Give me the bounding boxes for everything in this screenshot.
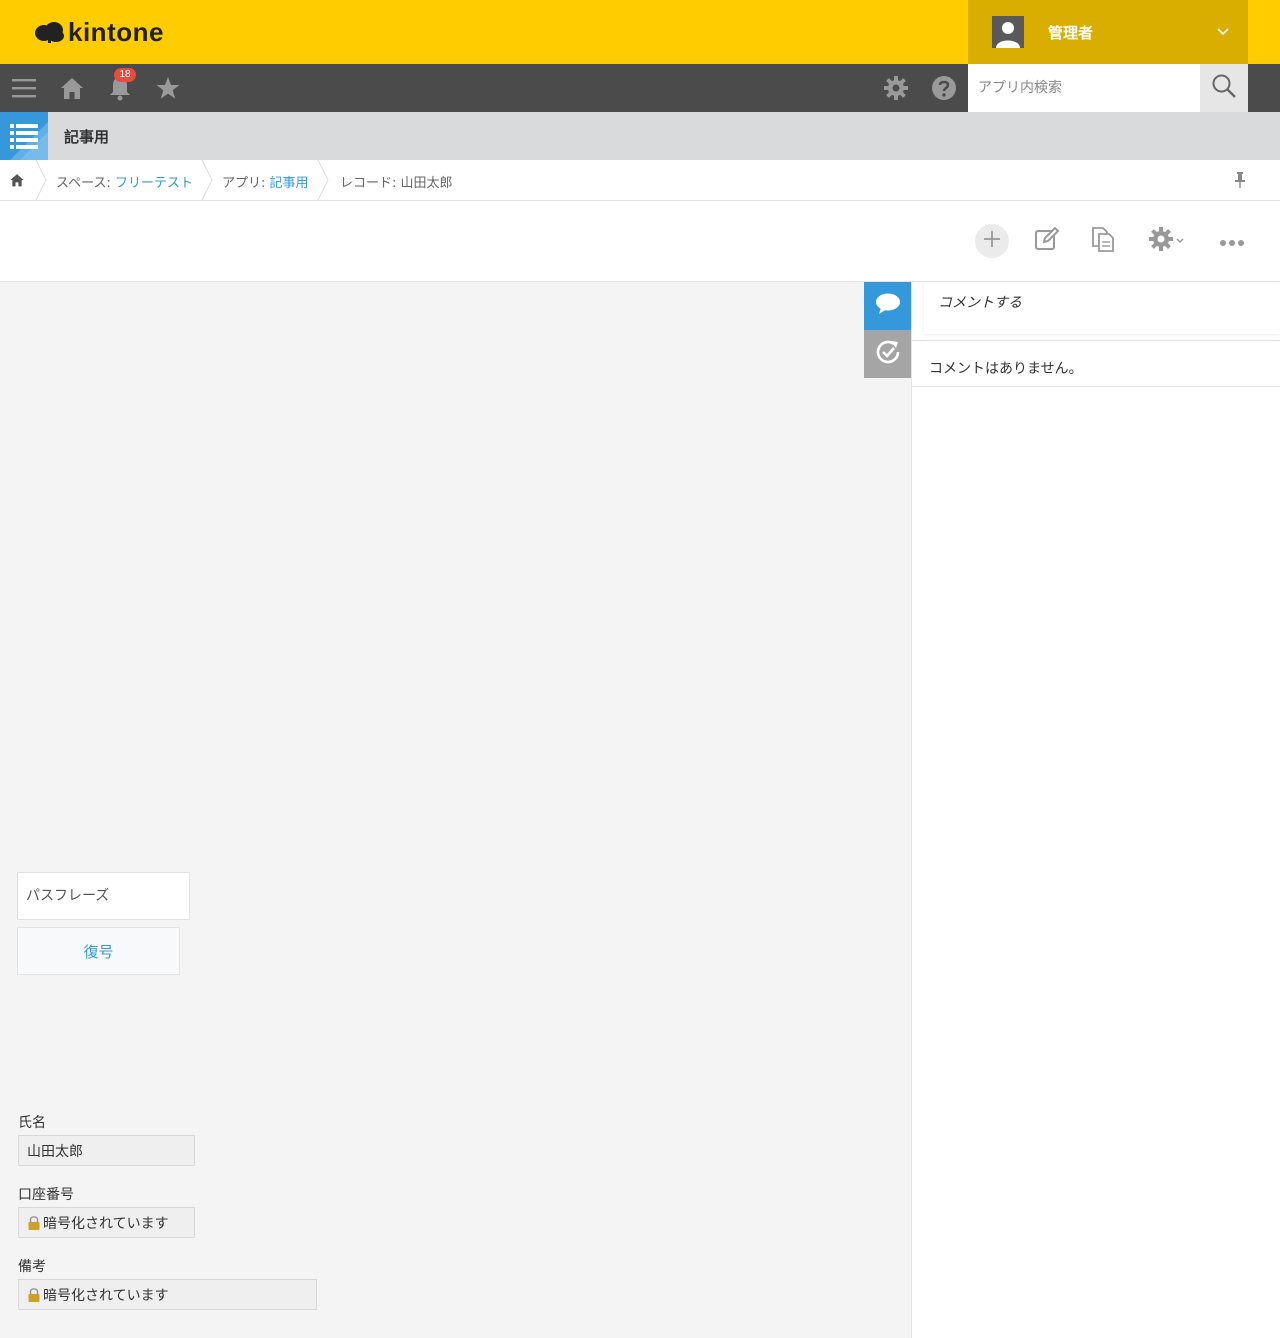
kintone-logo-mark-icon (34, 21, 66, 43)
app-title: 記事用 (64, 128, 110, 146)
field-label-account: 口座番号 (18, 1187, 74, 1203)
comment-bubble-icon (875, 292, 901, 320)
breadcrumb-app-link[interactable]: 記事用 (270, 176, 309, 191)
field-label-notes: 備考 (18, 1259, 46, 1275)
lock-icon (27, 1215, 41, 1231)
home-icon[interactable] (48, 64, 96, 112)
breadcrumb-home-icon[interactable] (0, 160, 34, 200)
app-title-bar: 記事用 (0, 112, 1280, 160)
breadcrumb-space-link[interactable]: フリーテスト (115, 176, 193, 191)
breadcrumb-separator-icon (201, 160, 213, 200)
breadcrumb-separator-icon (35, 160, 47, 200)
breadcrumb-record: レコード: 山田太郎 (340, 176, 453, 191)
comment-sidebar: コメントする コメントはありません。 (911, 282, 1280, 1338)
search-button[interactable] (1200, 64, 1248, 112)
record-content (0, 282, 911, 1338)
breadcrumb-app-label: アプリ: (222, 176, 270, 191)
breadcrumb-app: アプリ: 記事用 (222, 172, 309, 191)
help-icon[interactable] (920, 64, 968, 112)
no-comments-text: コメントはありません。 (929, 361, 1083, 377)
star-icon[interactable] (144, 64, 192, 112)
comment-input[interactable]: コメントする (924, 282, 1280, 334)
add-record-button[interactable] (975, 224, 1009, 258)
logo-text: kintone (68, 16, 164, 47)
user-name: 管理者 (1048, 23, 1094, 42)
gear-icon (1148, 226, 1174, 256)
field-label-name: 氏名 (18, 1115, 46, 1131)
breadcrumb-separator-icon (317, 160, 329, 200)
breadcrumb-space-label: スペース: (56, 176, 115, 191)
field-value-account-text: 暗号化されています (43, 1215, 169, 1232)
duplicate-record-button[interactable] (1086, 224, 1120, 258)
more-options-button[interactable] (1215, 224, 1249, 258)
plus-icon (982, 229, 1002, 253)
pin-icon[interactable] (1234, 171, 1246, 193)
search-input[interactable] (968, 64, 1200, 112)
gear-icon[interactable] (872, 64, 920, 112)
sidebar-tabs (864, 282, 912, 378)
edit-icon (1034, 226, 1060, 256)
field-value-name: 山田太郎 (18, 1135, 195, 1166)
tab-history[interactable] (864, 330, 912, 378)
field-value-notes: 暗号化されています (18, 1279, 317, 1310)
edit-record-button[interactable] (1030, 224, 1064, 258)
passphrase-input[interactable] (17, 872, 190, 920)
avatar (992, 16, 1024, 48)
decrypt-button[interactable]: 復号 (17, 927, 180, 975)
chevron-down-icon (1174, 232, 1186, 251)
field-value-notes-text: 暗号化されています (43, 1287, 169, 1304)
field-value-name-text: 山田太郎 (27, 1143, 83, 1160)
chevron-down-icon (1216, 22, 1230, 46)
notification-badge: 18 (114, 68, 136, 82)
menu-icon[interactable] (0, 64, 48, 112)
record-settings-button[interactable] (1142, 224, 1192, 258)
search-icon (1211, 73, 1237, 103)
user-menu[interactable]: 管理者 (968, 0, 1248, 64)
copy-icon (1091, 226, 1115, 256)
tab-comments[interactable] (864, 282, 912, 330)
divider (912, 386, 1280, 387)
record-toolbar (0, 201, 1280, 282)
breadcrumb-space: スペース: フリーテスト (56, 172, 193, 191)
top-header: kintone 管理者 (0, 0, 1280, 64)
field-value-account: 暗号化されています (18, 1207, 195, 1238)
divider (912, 340, 1280, 341)
breadcrumb: スペース: フリーテスト アプリ: 記事用 レコード: 山田太郎 (0, 160, 1280, 201)
lock-icon (27, 1287, 41, 1303)
history-icon (875, 339, 901, 369)
app-list-icon[interactable] (0, 112, 48, 160)
kintone-logo[interactable]: kintone (34, 16, 164, 48)
more-dots-icon (1219, 232, 1245, 251)
